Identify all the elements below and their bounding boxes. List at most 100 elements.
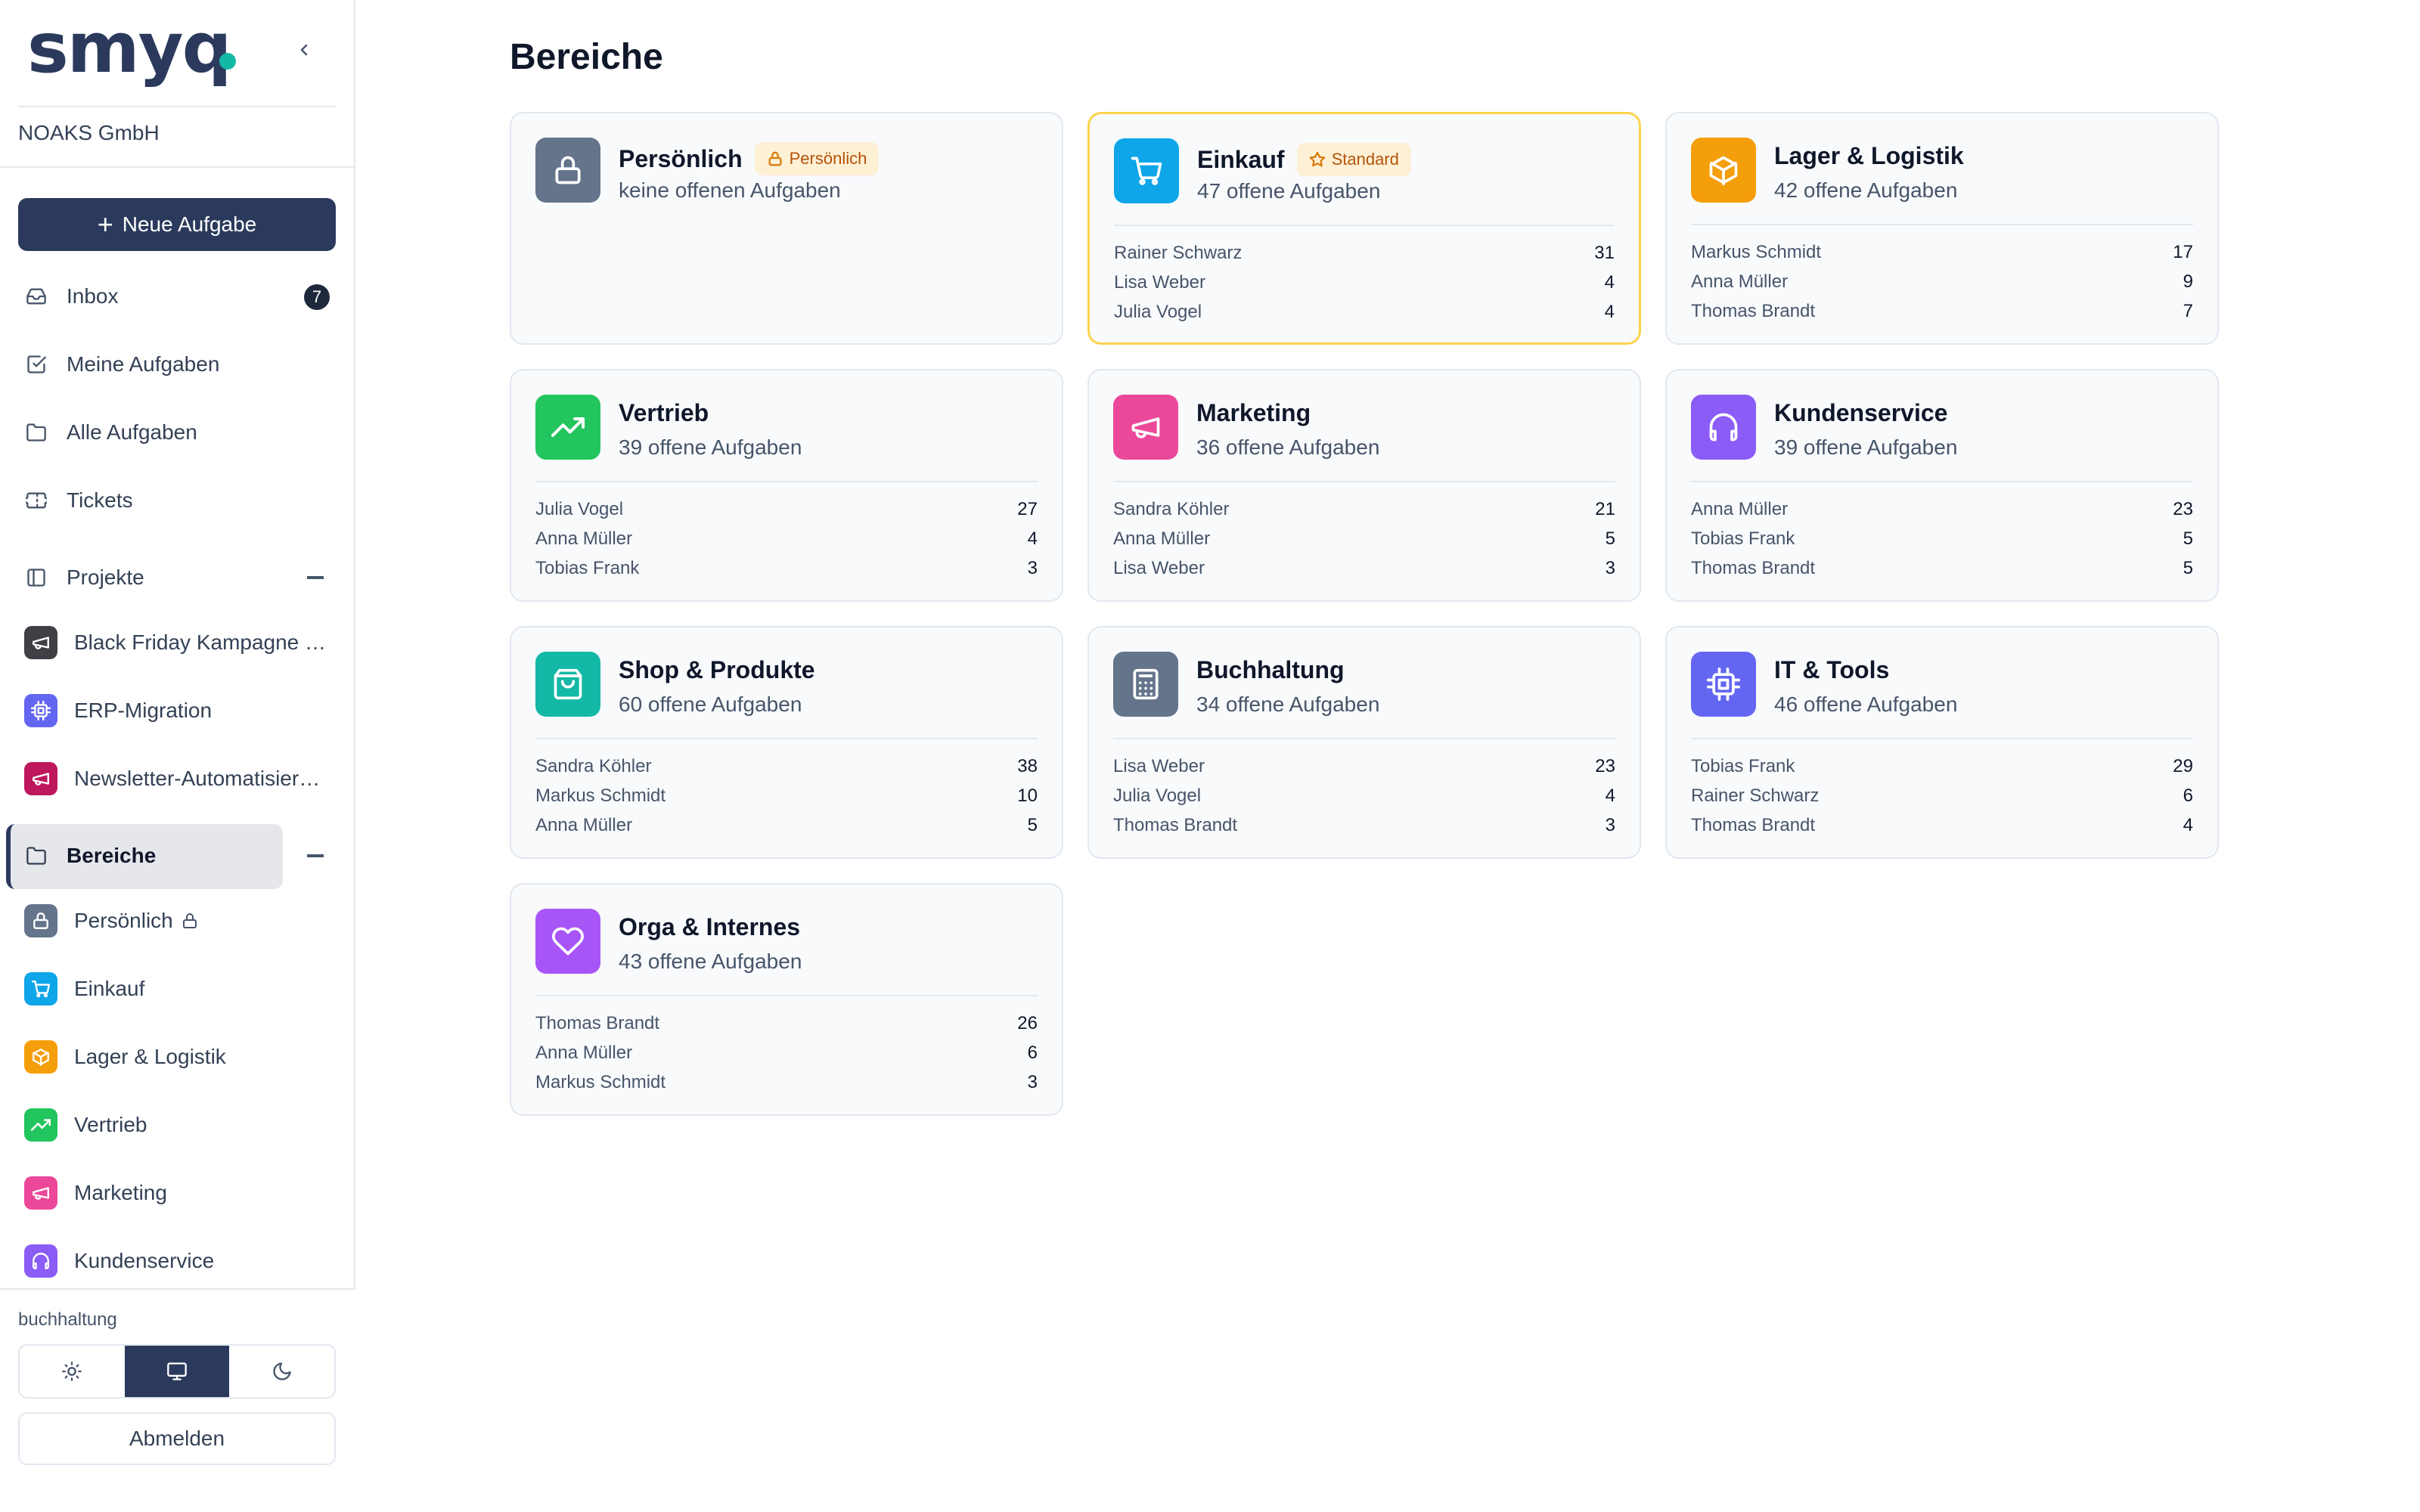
assignee-count: 26	[1017, 1012, 1038, 1033]
assignee-row: Anna Müller 9	[1691, 267, 2193, 296]
area-item-marketing[interactable]: Marketing	[24, 1170, 342, 1216]
assignee-count: 7	[2183, 300, 2193, 321]
assignee-count: 10	[1017, 785, 1038, 806]
theme-system-button[interactable]	[124, 1346, 230, 1397]
collapse-areas-icon[interactable]	[307, 854, 324, 857]
cpu-icon	[24, 694, 57, 727]
area-card-kundenservice[interactable]: Kundenservice 39 offene Aufgaben Anna Mü…	[1665, 369, 2219, 602]
assignee-count: 31	[1594, 242, 1615, 263]
assignee-name: Thomas Brandt	[1113, 814, 1238, 835]
assignee-row: Sandra Köhler 21	[1113, 494, 1615, 524]
area-item-einkauf[interactable]: Einkauf	[24, 966, 342, 1012]
card-title-row: Shop & Produkte	[619, 656, 815, 684]
lock-icon	[535, 138, 600, 203]
box-icon	[1691, 138, 1756, 203]
area-item-vertrieb[interactable]: Vertrieb	[24, 1102, 342, 1148]
assignee-row: Rainer Schwarz 31	[1114, 238, 1615, 268]
new-task-label: Neue Aufgabe	[122, 212, 257, 236]
areas-label: Bereiche	[67, 844, 157, 867]
nav-item-inbox[interactable]: Inbox 7	[18, 274, 336, 319]
assignee-count: 21	[1595, 498, 1615, 519]
assignee-row: Lisa Weber 3	[1113, 553, 1615, 583]
area-card-persoenlich[interactable]: Persönlich Persönlich keine offenen Aufg…	[510, 112, 1063, 345]
nav-item-alle-aufgaben[interactable]: Alle Aufgaben	[18, 410, 336, 455]
project-item-erp-migration[interactable]: ERP-Migration	[24, 688, 342, 733]
area-card-lager-logistik[interactable]: Lager & Logistik 42 offene Aufgaben Mark…	[1665, 112, 2219, 345]
project-item-newsletter[interactable]: Newsletter-Automatisier…	[24, 756, 342, 801]
area-item-persoenlich[interactable]: Persönlich	[24, 898, 342, 943]
assignee-row: Thomas Brandt 5	[1691, 553, 2193, 583]
assignee-row: Thomas Brandt 3	[1113, 810, 1615, 840]
folder-icon	[23, 419, 50, 446]
card-subtitle: keine offenen Aufgaben	[619, 178, 841, 202]
card-divider	[1691, 738, 2193, 739]
assignee-row: Julia Vogel 4	[1114, 297, 1615, 327]
assignee-count: 23	[2173, 498, 2193, 519]
ticket-icon	[23, 487, 50, 514]
card-title: Orga & Internes	[619, 913, 801, 940]
assignee-row: Markus Schmidt 3	[535, 1067, 1038, 1097]
chevron-left-icon	[300, 44, 308, 56]
nav-label: Alle Aufgaben	[67, 420, 197, 444]
lock-icon	[768, 151, 782, 166]
projects-section-header[interactable]: Projekte	[18, 555, 336, 600]
area-card-orga-internes[interactable]: Orga & Internes 43 offene Aufgaben Thoma…	[510, 883, 1063, 1116]
card-divider	[1691, 481, 2193, 482]
card-title: Marketing	[1196, 399, 1311, 426]
card-divider	[1113, 481, 1615, 482]
star-icon	[1309, 151, 1325, 167]
card-divider	[1114, 225, 1615, 226]
megaphone-icon	[1113, 395, 1178, 460]
projects-label: Projekte	[67, 565, 144, 589]
collapse-sidebar-button[interactable]	[287, 33, 321, 67]
card-title: Shop & Produkte	[619, 656, 815, 683]
assignee-count: 3	[1605, 557, 1615, 578]
areas-section-header[interactable]: Bereiche	[18, 833, 336, 878]
area-label: Marketing	[74, 1181, 167, 1204]
card-title: Persönlich	[619, 144, 743, 172]
area-card-einkauf[interactable]: Einkauf Standard 47 offene Aufgaben Rain…	[1087, 112, 1641, 345]
logout-button[interactable]: Abmelden	[18, 1412, 336, 1465]
card-title: Lager & Logistik	[1774, 142, 1964, 169]
assignee-row: Tobias Frank 5	[1691, 524, 2193, 553]
areas-grid: Persönlich Persönlich keine offenen Aufg…	[510, 112, 2219, 1116]
area-card-shop-produkte[interactable]: Shop & Produkte 60 offene Aufgaben Sandr…	[510, 626, 1063, 859]
nav-item-tickets[interactable]: Tickets	[18, 478, 336, 523]
area-card-buchhaltung[interactable]: Buchhaltung 34 offene Aufgaben Lisa Webe…	[1087, 626, 1641, 859]
project-item-black-friday[interactable]: Black Friday Kampagne …	[24, 620, 342, 665]
moon-icon	[273, 1362, 291, 1380]
assignee-count: 3	[1605, 814, 1615, 835]
theme-light-button[interactable]	[20, 1346, 125, 1397]
assignee-count: 29	[2173, 755, 2193, 776]
area-card-marketing[interactable]: Marketing 36 offene Aufgaben Sandra Köhl…	[1087, 369, 1641, 602]
assignee-name: Tobias Frank	[535, 557, 640, 578]
checkbox-icon	[23, 351, 50, 378]
assignee-list: Julia Vogel 27 Anna Müller 4 Tobias Frank 3	[535, 494, 1038, 584]
project-label: ERP-Migration	[74, 699, 213, 722]
nav-item-meine-aufgaben[interactable]: Meine Aufgaben	[18, 342, 336, 387]
project-label: Newsletter-Automatisier…	[74, 767, 321, 790]
area-item-kundenservice[interactable]: Kundenservice	[24, 1238, 342, 1284]
theme-dark-button[interactable]	[229, 1346, 334, 1397]
assignee-count: 4	[1027, 528, 1038, 549]
divider	[18, 106, 336, 107]
heart-icon	[535, 909, 600, 974]
area-card-vertrieb[interactable]: Vertrieb 39 offene Aufgaben Julia Vogel 2…	[510, 369, 1063, 602]
assignee-name: Julia Vogel	[535, 498, 624, 519]
card-title-row: Orga & Internes	[619, 913, 800, 941]
assignee-name: Lisa Weber	[1113, 755, 1205, 776]
app-logo[interactable]: smyq	[27, 6, 231, 91]
inbox-icon	[23, 283, 50, 310]
assignee-list: Thomas Brandt 26 Anna Müller 6 Markus Schm…	[535, 1009, 1038, 1098]
area-label: Kundenservice	[74, 1249, 215, 1272]
nav-label: Meine Aufgaben	[67, 352, 220, 376]
area-card-it-tools[interactable]: IT & Tools 46 offene Aufgaben Tobias Fra…	[1665, 626, 2219, 859]
card-subtitle: 39 offene Aufgaben	[619, 435, 802, 459]
assignee-list: Sandra Köhler 38 Markus Schmidt 10 Anna Mü…	[535, 751, 1038, 841]
area-item-lager-logistik[interactable]: Lager & Logistik	[24, 1034, 342, 1080]
cpu-icon	[1691, 652, 1756, 717]
new-task-button[interactable]: + Neue Aufgabe	[18, 198, 336, 251]
assignee-list: Markus Schmidt 17 Anna Müller 9 Thomas Bra…	[1691, 237, 2193, 327]
collapse-projects-icon[interactable]	[307, 576, 324, 579]
assignee-count: 23	[1595, 755, 1615, 776]
